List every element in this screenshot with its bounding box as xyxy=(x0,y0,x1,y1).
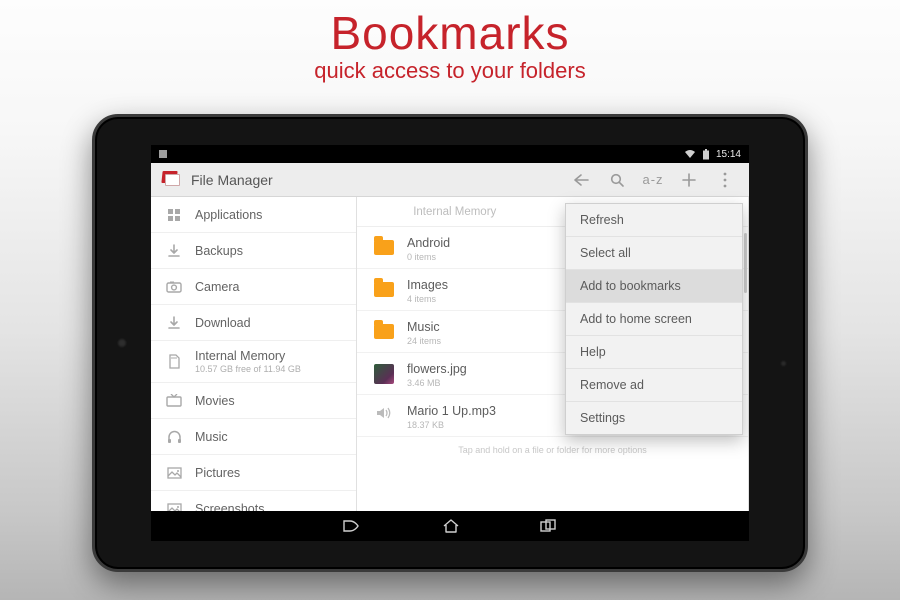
sidebar-item-label: Screenshots xyxy=(195,502,264,512)
menu-item-add-to-bookmarks[interactable]: Add to bookmarks xyxy=(566,270,742,303)
folder-icon xyxy=(374,282,394,297)
file-label: Images4 items xyxy=(407,276,448,304)
navigation-bar xyxy=(151,511,749,541)
sidebar-item-movies[interactable]: Movies xyxy=(151,383,356,419)
sidebar-item-backups[interactable]: Backups xyxy=(151,233,356,269)
menu-item-help[interactable]: Help xyxy=(566,336,742,369)
promo-subtitle: quick access to your folders xyxy=(0,58,900,84)
screen: 15:14 File Manager a-z xyxy=(151,145,749,541)
promo-banner: Bookmarks quick access to your folders xyxy=(0,0,900,84)
tablet-frame: 15:14 File Manager a-z xyxy=(92,114,808,572)
download-icon xyxy=(165,244,183,258)
action-bar: File Manager a-z xyxy=(151,163,749,197)
menu-item-add-to-home-screen[interactable]: Add to home screen xyxy=(566,303,742,336)
image-thumb-icon xyxy=(374,364,394,384)
back-button[interactable] xyxy=(563,163,599,197)
sort-button[interactable]: a-z xyxy=(635,163,671,197)
camera-icon xyxy=(165,281,183,293)
file-label: Music24 items xyxy=(407,318,441,346)
promo-title: Bookmarks xyxy=(0,0,900,60)
status-bar: 15:14 xyxy=(151,145,749,163)
tab-internal-memory[interactable]: Internal Memory xyxy=(357,197,553,226)
tv-icon xyxy=(165,394,183,407)
app-logo-icon xyxy=(159,170,183,190)
nav-home-button[interactable] xyxy=(442,518,460,534)
menu-item-select-all[interactable]: Select all xyxy=(566,237,742,270)
sidebar-item-label: Movies xyxy=(195,394,235,408)
headphones-icon xyxy=(165,430,183,444)
clock-text: 15:14 xyxy=(716,149,741,160)
status-notification-icon xyxy=(159,150,167,158)
nav-recent-button[interactable] xyxy=(540,519,560,533)
menu-item-refresh[interactable]: Refresh xyxy=(566,204,742,237)
sidebar-item-pictures[interactable]: Pictures xyxy=(151,455,356,491)
sidebar-item-label: Camera xyxy=(195,280,239,294)
sidebar-item-music[interactable]: Music xyxy=(151,419,356,455)
wifi-icon xyxy=(684,149,696,159)
folder-icon xyxy=(374,240,394,255)
sd-icon xyxy=(165,354,183,369)
overflow-menu: RefreshSelect allAdd to bookmarksAdd to … xyxy=(565,203,743,435)
image-icon xyxy=(165,467,183,479)
sidebar-item-download[interactable]: Download xyxy=(151,305,356,341)
audio-icon xyxy=(375,405,393,426)
sidebar-item-applications[interactable]: Applications xyxy=(151,197,356,233)
sensor-dot xyxy=(780,360,787,367)
camera-dot xyxy=(117,338,127,348)
scroll-indicator[interactable] xyxy=(744,233,747,293)
image-icon xyxy=(165,503,183,512)
download-icon xyxy=(165,316,183,330)
menu-item-settings[interactable]: Settings xyxy=(566,402,742,434)
sidebar-item-label: Pictures xyxy=(195,466,240,480)
add-button[interactable] xyxy=(671,163,707,197)
app-title: File Manager xyxy=(191,172,273,188)
hint-text: Tap and hold on a file or folder for mor… xyxy=(357,437,748,467)
sidebar: Applications Backups Camera Download Interna… xyxy=(151,197,357,511)
sidebar-item-label: Backups xyxy=(195,244,243,258)
sidebar-item-label: Applications xyxy=(195,208,262,222)
menu-item-remove-ad[interactable]: Remove ad xyxy=(566,369,742,402)
grid-icon xyxy=(165,208,183,222)
sidebar-item-label: Music xyxy=(195,430,228,444)
file-label: Mario 1 Up.mp318.37 KB xyxy=(407,402,496,430)
sidebar-item-screenshots[interactable]: Screenshots xyxy=(151,491,356,511)
sidebar-item-camera[interactable]: Camera xyxy=(151,269,356,305)
app-file-manager: File Manager a-z Applications Backups Came… xyxy=(151,163,749,511)
battery-icon xyxy=(702,149,710,160)
overflow-button[interactable] xyxy=(707,163,743,197)
sidebar-item-internal-memory[interactable]: Internal Memory10.57 GB free of 11.94 GB xyxy=(151,341,356,383)
nav-back-button[interactable] xyxy=(340,519,362,533)
folder-icon xyxy=(374,324,394,339)
file-label: flowers.jpg3.46 MB xyxy=(407,360,467,388)
sidebar-item-label: Internal Memory10.57 GB free of 11.94 GB xyxy=(195,349,301,374)
sidebar-item-label: Download xyxy=(195,316,251,330)
file-label: Android0 items xyxy=(407,234,450,262)
search-button[interactable] xyxy=(599,163,635,197)
